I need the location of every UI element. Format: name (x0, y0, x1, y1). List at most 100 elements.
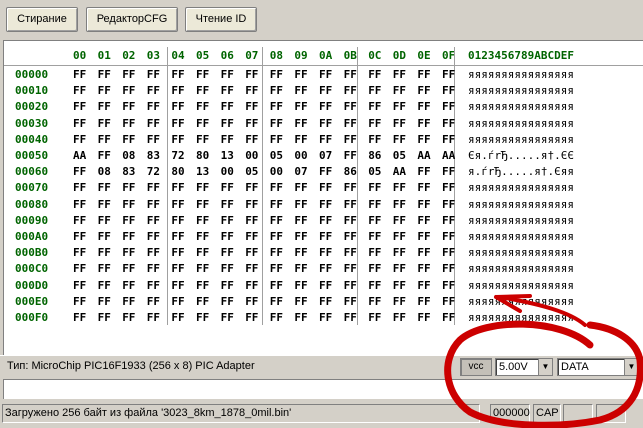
hex-byte-cell[interactable]: FF (294, 83, 307, 99)
hex-byte-cell[interactable]: FF (344, 278, 357, 294)
hex-byte-cell[interactable]: 00 (221, 164, 234, 180)
hex-byte-cell[interactable]: 13 (196, 164, 209, 180)
hex-byte-cell[interactable]: FF (122, 83, 135, 99)
hex-byte-cell[interactable]: FF (196, 99, 209, 115)
hex-byte-cell[interactable]: FF (147, 132, 160, 148)
hex-byte-cell[interactable]: FF (270, 310, 283, 326)
hex-byte-cell[interactable]: FF (417, 294, 430, 310)
hex-byte-cell[interactable]: FF (196, 245, 209, 261)
hex-byte-cell[interactable]: FF (442, 132, 455, 148)
hex-byte-cell[interactable]: FF (344, 83, 357, 99)
hex-byte-cell[interactable]: FF (417, 83, 430, 99)
hex-byte-cell[interactable]: FF (442, 213, 455, 229)
hex-byte-cell[interactable]: FF (344, 99, 357, 115)
hex-byte-cell[interactable]: FF (270, 294, 283, 310)
hex-byte-cell[interactable]: FF (73, 67, 86, 83)
hex-byte-cell[interactable]: FF (319, 83, 332, 99)
hex-byte-cell[interactable]: FF (294, 229, 307, 245)
hex-byte-cell[interactable]: FF (368, 116, 381, 132)
hex-byte-cell[interactable]: FF (196, 83, 209, 99)
hex-byte-cell[interactable]: FF (221, 310, 234, 326)
hex-byte-cell[interactable]: FF (368, 310, 381, 326)
ascii-cell[interactable]: яяяяяяяяяяяяяяяя (468, 213, 574, 229)
chevron-down-icon[interactable]: ▼ (538, 359, 552, 375)
hex-byte-cell[interactable]: FF (344, 180, 357, 196)
hex-byte-cell[interactable]: FF (417, 197, 430, 213)
hex-byte-cell[interactable]: FF (319, 197, 332, 213)
hex-byte-cell[interactable]: FF (122, 245, 135, 261)
hex-byte-cell[interactable]: FF (221, 278, 234, 294)
hex-byte-cell[interactable]: FF (319, 245, 332, 261)
hex-byte-cell[interactable]: FF (319, 261, 332, 277)
hex-byte-cell[interactable]: FF (147, 229, 160, 245)
hex-byte-cell[interactable]: FF (294, 180, 307, 196)
hex-byte-cell[interactable]: FF (393, 180, 406, 196)
hex-byte-cell[interactable]: FF (417, 132, 430, 148)
hex-byte-cell[interactable]: FF (171, 278, 184, 294)
hex-byte-cell[interactable]: FF (196, 197, 209, 213)
hex-byte-cell[interactable]: FF (319, 164, 332, 180)
hex-byte-cell[interactable]: FF (393, 213, 406, 229)
hex-byte-cell[interactable]: FF (73, 99, 86, 115)
hex-byte-cell[interactable]: FF (368, 213, 381, 229)
ascii-cell[interactable]: яяяяяяяяяяяяяяяя (468, 261, 574, 277)
hex-byte-cell[interactable]: 80 (196, 148, 209, 164)
hex-byte-cell[interactable]: FF (344, 213, 357, 229)
hex-byte-cell[interactable]: FF (417, 116, 430, 132)
hex-byte-cell[interactable]: FF (393, 116, 406, 132)
hex-byte-cell[interactable]: FF (171, 132, 184, 148)
hex-byte-cell[interactable]: FF (73, 294, 86, 310)
hex-byte-cell[interactable]: 83 (147, 148, 160, 164)
hex-byte-cell[interactable]: FF (294, 116, 307, 132)
ascii-cell[interactable]: яяяяяяяяяяяяяяяя (468, 310, 574, 326)
log-field[interactable] (3, 379, 643, 399)
hex-byte-cell[interactable]: FF (270, 278, 283, 294)
hex-byte-cell[interactable]: FF (368, 294, 381, 310)
hex-byte-cell[interactable]: FF (171, 229, 184, 245)
ascii-cell[interactable]: яяяяяяяяяяяяяяяя (468, 99, 574, 115)
hex-byte-cell[interactable]: FF (122, 229, 135, 245)
ascii-cell[interactable]: яяяяяяяяяяяяяяяя (468, 132, 574, 148)
hex-byte-cell[interactable]: 86 (368, 148, 381, 164)
hex-byte-cell[interactable]: FF (221, 213, 234, 229)
hex-byte-cell[interactable]: FF (98, 213, 111, 229)
hex-byte-cell[interactable]: FF (98, 197, 111, 213)
hex-byte-cell[interactable]: FF (171, 294, 184, 310)
hex-byte-cell[interactable]: FF (393, 67, 406, 83)
hex-byte-cell[interactable]: 05 (368, 164, 381, 180)
hex-byte-cell[interactable]: FF (171, 99, 184, 115)
hex-byte-cell[interactable]: AA (417, 148, 430, 164)
hex-byte-cell[interactable]: FF (73, 229, 86, 245)
hex-byte-cell[interactable]: FF (417, 278, 430, 294)
chevron-down-icon[interactable]: ▼ (624, 359, 638, 375)
hex-byte-cell[interactable]: FF (221, 294, 234, 310)
hex-byte-cell[interactable]: FF (245, 132, 258, 148)
hex-byte-cell[interactable]: FF (442, 261, 455, 277)
hex-byte-cell[interactable]: FF (98, 180, 111, 196)
hex-byte-cell[interactable]: FF (393, 197, 406, 213)
hex-byte-cell[interactable]: 08 (122, 148, 135, 164)
hex-byte-cell[interactable]: FF (368, 197, 381, 213)
hex-byte-cell[interactable]: FF (294, 99, 307, 115)
hex-byte-cell[interactable]: FF (147, 83, 160, 99)
hex-byte-cell[interactable]: FF (171, 261, 184, 277)
hex-byte-cell[interactable]: FF (122, 278, 135, 294)
hex-byte-cell[interactable]: FF (221, 245, 234, 261)
hex-byte-cell[interactable]: FF (171, 197, 184, 213)
hex-byte-cell[interactable]: FF (73, 213, 86, 229)
hex-byte-cell[interactable]: FF (147, 67, 160, 83)
hex-byte-cell[interactable]: FF (245, 116, 258, 132)
hex-byte-cell[interactable]: 00 (270, 164, 283, 180)
hex-byte-cell[interactable]: FF (368, 278, 381, 294)
hex-byte-cell[interactable]: FF (294, 310, 307, 326)
hex-byte-cell[interactable]: FF (319, 229, 332, 245)
hex-byte-cell[interactable]: FF (393, 294, 406, 310)
hex-byte-cell[interactable]: FF (442, 116, 455, 132)
hex-byte-cell[interactable]: FF (344, 245, 357, 261)
hex-byte-cell[interactable]: FF (122, 261, 135, 277)
hex-byte-cell[interactable]: FF (98, 310, 111, 326)
hex-byte-cell[interactable]: FF (344, 148, 357, 164)
hex-byte-cell[interactable]: FF (147, 278, 160, 294)
hex-byte-cell[interactable]: FF (245, 261, 258, 277)
hex-byte-cell[interactable]: FF (245, 229, 258, 245)
